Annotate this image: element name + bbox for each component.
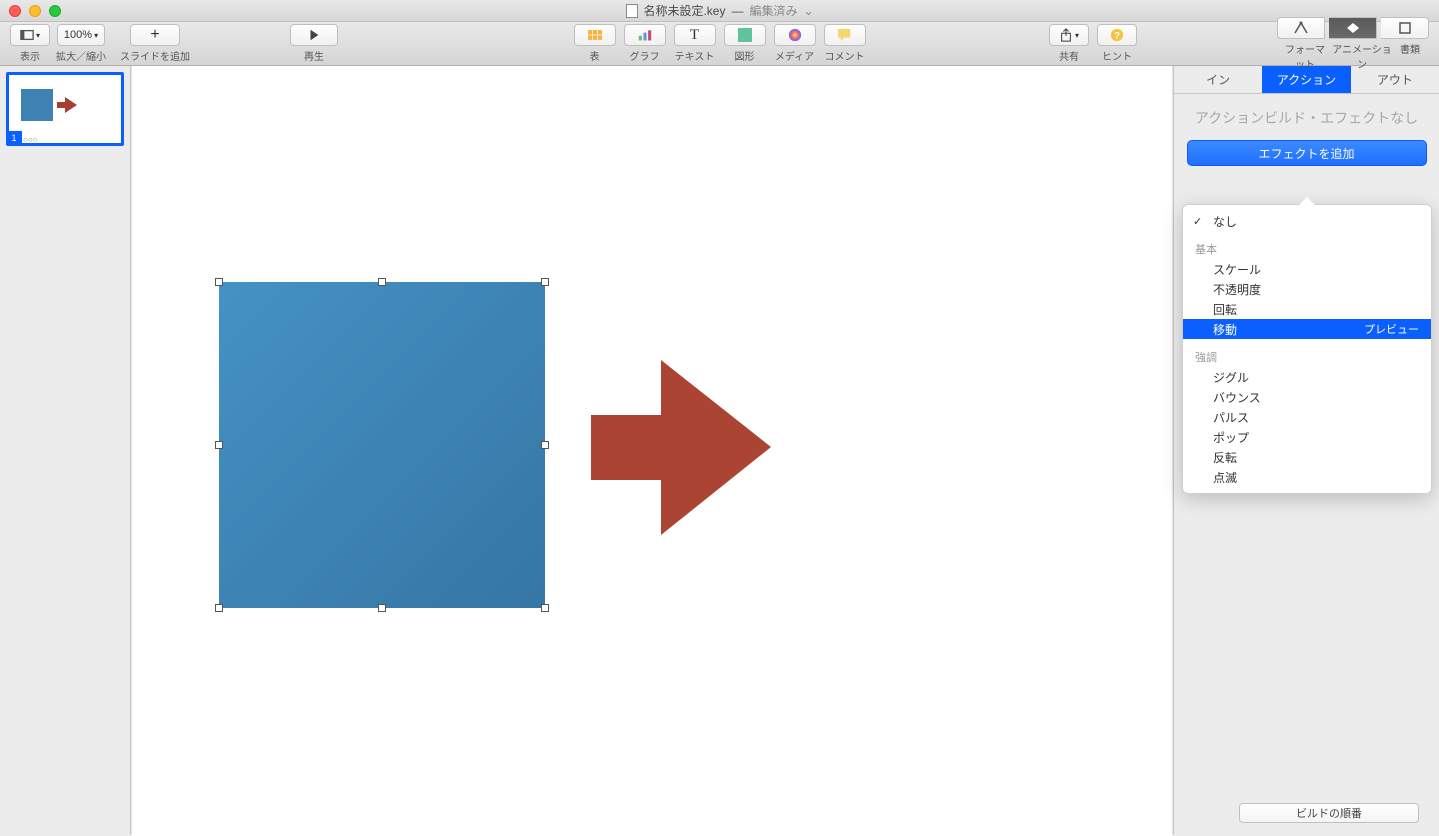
- maximize-window-button[interactable]: [49, 5, 61, 17]
- chart-button[interactable]: [624, 24, 666, 46]
- effect-option-rotate[interactable]: 回転: [1183, 299, 1431, 319]
- red-arrow-shape[interactable]: [591, 360, 771, 535]
- media-button[interactable]: [774, 24, 816, 46]
- slide-number: 1: [6, 131, 22, 145]
- filename-label: 名称未設定.key: [643, 2, 725, 19]
- effect-option-move[interactable]: 移動 プレビュー: [1183, 319, 1431, 339]
- slide-thumbnail[interactable]: 1 ○○○: [6, 72, 124, 146]
- window-title[interactable]: 名称未設定.key — 編集済み ⌄: [625, 2, 813, 19]
- slide-build-indicator: ○○○: [23, 135, 38, 144]
- toolbar: ▾ 表示 100%▾ 拡大／縮小 + スライドを追加 再生 表 グラフ: [0, 22, 1439, 66]
- slide-canvas[interactable]: [132, 66, 1172, 836]
- format-tab[interactable]: [1277, 17, 1325, 39]
- view-label: 表示: [20, 48, 40, 63]
- add-slide-label: スライドを追加: [120, 48, 190, 63]
- chart-label: グラフ: [630, 48, 660, 63]
- table-button[interactable]: [574, 24, 616, 46]
- animation-tab[interactable]: [1329, 17, 1377, 39]
- document-label: 書類: [1395, 41, 1425, 71]
- preview-label[interactable]: プレビュー: [1364, 321, 1419, 337]
- add-slide-button[interactable]: +: [130, 24, 180, 46]
- shape-label: 図形: [735, 48, 755, 63]
- close-window-button[interactable]: [9, 5, 21, 17]
- effect-picker-popover: なし 基本 スケール 不透明度 回転 移動 プレビュー 強調 ジグル バウンス …: [1182, 204, 1432, 494]
- effect-option-pop[interactable]: ポップ: [1183, 427, 1431, 447]
- effect-option-scale[interactable]: スケール: [1183, 259, 1431, 279]
- effect-option-blink[interactable]: 点滅: [1183, 467, 1431, 487]
- edited-label: 編集済み: [749, 2, 797, 19]
- selection-handle[interactable]: [215, 441, 223, 449]
- media-label: メディア: [775, 48, 814, 63]
- text-button[interactable]: T: [674, 24, 716, 46]
- thumb-arrow-icon: [57, 97, 77, 113]
- titlebar: 名称未設定.key — 編集済み ⌄: [0, 0, 1439, 22]
- effect-option-flip[interactable]: 反転: [1183, 447, 1431, 467]
- animation-label: アニメーション: [1329, 41, 1395, 71]
- build-order-button[interactable]: ビルドの順番: [1239, 803, 1419, 823]
- effect-group-emphasis: 強調: [1183, 343, 1431, 367]
- effect-group-basic: 基本: [1183, 235, 1431, 259]
- play-button[interactable]: [290, 24, 338, 46]
- share-label: 共有: [1059, 48, 1079, 63]
- selection-handle[interactable]: [378, 278, 386, 286]
- selection-handle[interactable]: [541, 441, 549, 449]
- selection-handle[interactable]: [378, 604, 386, 612]
- document-icon: [625, 4, 637, 18]
- chevron-down-icon: ⌄: [803, 4, 813, 18]
- play-label: 再生: [304, 48, 324, 63]
- comment-label: コメント: [825, 48, 865, 63]
- thumb-square-icon: [21, 89, 53, 121]
- inspector-panel: イン アクション アウト アクションビルド・エフェクトなし エフェクトを追加 な…: [1173, 66, 1439, 835]
- effect-option-opacity[interactable]: 不透明度: [1183, 279, 1431, 299]
- share-button[interactable]: ▾: [1049, 24, 1089, 46]
- selection-handle[interactable]: [541, 278, 549, 286]
- canvas-area[interactable]: [131, 66, 1173, 835]
- svg-text:?: ?: [1114, 31, 1120, 42]
- effect-option-pulse[interactable]: パルス: [1183, 407, 1431, 427]
- effect-option-jiggle[interactable]: ジグル: [1183, 367, 1431, 387]
- table-label: 表: [590, 48, 600, 63]
- effect-option-bounce[interactable]: バウンス: [1183, 387, 1431, 407]
- format-label: フォーマット: [1281, 41, 1329, 71]
- selection-handle[interactable]: [215, 604, 223, 612]
- effect-move-label: 移動: [1213, 321, 1237, 338]
- zoom-dropdown[interactable]: 100%▾: [57, 24, 105, 46]
- selection-handle[interactable]: [541, 604, 549, 612]
- blue-square-shape[interactable]: [219, 282, 545, 608]
- hint-label: ヒント: [1102, 48, 1132, 63]
- hint-button[interactable]: ?: [1097, 24, 1137, 46]
- zoom-label: 拡大／縮小: [56, 48, 106, 63]
- view-button[interactable]: ▾: [10, 24, 50, 46]
- minimize-window-button[interactable]: [29, 5, 41, 17]
- document-tab[interactable]: [1381, 17, 1429, 39]
- selection-handle[interactable]: [215, 278, 223, 286]
- text-label: テキスト: [675, 48, 715, 63]
- effect-option-none[interactable]: なし: [1183, 211, 1431, 231]
- no-effect-label: アクションビルド・エフェクトなし: [1195, 108, 1418, 128]
- slide-navigator: 1 ○○○: [0, 66, 131, 835]
- add-effect-button[interactable]: エフェクトを追加: [1187, 140, 1427, 166]
- comment-button[interactable]: [824, 24, 866, 46]
- shape-button[interactable]: [724, 24, 766, 46]
- tab-build-in[interactable]: イン: [1174, 66, 1262, 93]
